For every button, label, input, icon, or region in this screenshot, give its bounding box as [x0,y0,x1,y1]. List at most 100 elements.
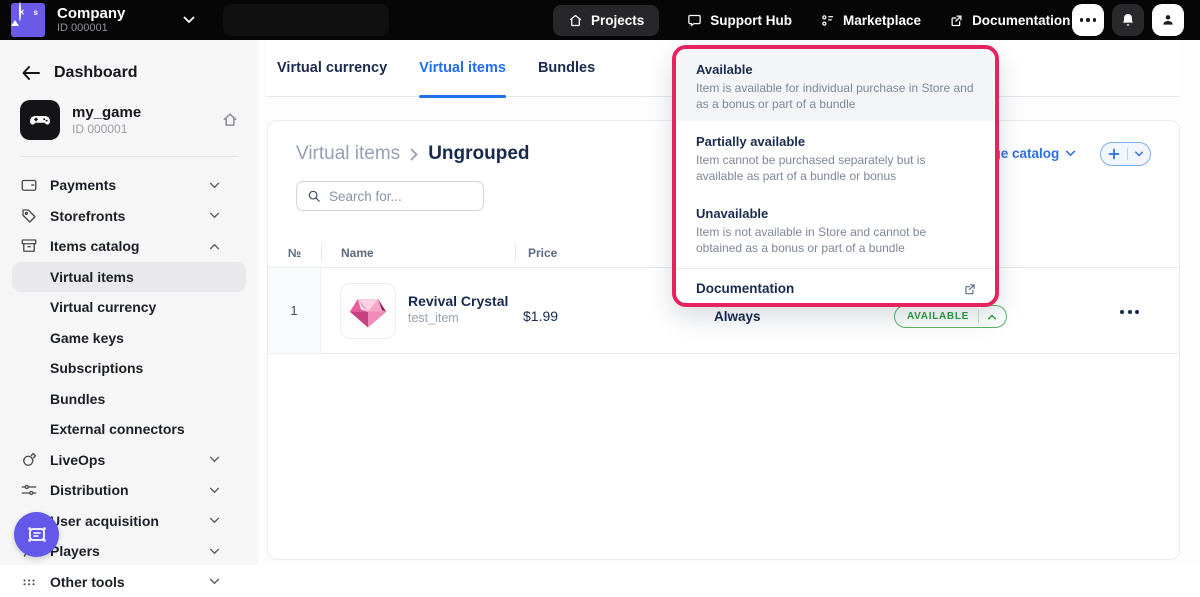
column-header-name: Name [322,246,515,260]
crystal-gem-icon [346,289,390,333]
sidebar-item-other-tools[interactable]: Other tools [0,567,258,597]
documentation-link[interactable]: Documentation [676,269,995,307]
option-description: Item is not available in Store and canno… [696,225,975,256]
company-chevron-down-icon[interactable] [183,16,195,24]
option-unavailable[interactable]: Unavailable Item is not available in Sto… [676,193,995,265]
sidebar-subitem-bundles[interactable]: Bundles [0,384,258,415]
chat-icon [25,523,49,547]
projects-button[interactable]: Projects [553,5,659,36]
topbar-actions [1072,4,1184,36]
sidebar-item-items-catalog[interactable]: Items catalog [0,231,258,262]
chevron-up-icon [209,243,220,250]
availability-badge[interactable]: AVAILABLE [894,305,1007,328]
chevron-down-icon [209,487,220,494]
chevron-down-icon [209,578,220,585]
option-description: Item is available for individual purchas… [696,81,975,112]
availability-dropdown: Available Item is available for individu… [672,45,999,307]
documentation-label: Documentation [972,13,1070,28]
box-icon [20,237,38,255]
wallet-icon [20,176,38,194]
subitem-label: Virtual currency [50,299,156,315]
sidebar-item-label: Other tools [50,574,209,590]
grid-dots-icon [20,573,38,591]
project-id: ID 000001 [72,122,222,137]
add-item-split-button[interactable] [1100,142,1151,166]
subitem-label: Subscriptions [50,360,143,376]
topbar-placeholder [223,4,389,36]
tag-icon [20,207,38,225]
dashboard-label: Dashboard [54,64,138,82]
marketplace-label: Marketplace [843,13,921,28]
home-icon [568,13,583,28]
option-available[interactable]: Available Item is available for individu… [676,49,995,121]
tab-virtual-items[interactable]: Virtual items [419,40,506,97]
row-actions-button[interactable] [1120,310,1139,314]
documentation-button[interactable]: Documentation [949,13,1070,28]
chat-widget-button[interactable] [14,512,59,557]
search-icon [307,189,321,203]
chevron-down-icon [209,517,220,524]
breadcrumb-current: Ungrouped [428,143,529,165]
tab-label: Virtual items [419,60,506,76]
tab-label: Virtual currency [277,60,387,76]
external-link-icon [949,13,964,28]
home-small-icon[interactable] [222,113,238,127]
search-box[interactable] [296,181,484,211]
subitem-label: External connectors [50,421,185,437]
sidebar-item-storefronts[interactable]: Storefronts [0,201,258,232]
subitem-label: Bundles [50,391,105,407]
sidebar-item-label: Players [50,543,209,559]
account-button[interactable] [1152,4,1184,36]
company-name: Company [57,5,125,22]
search-input[interactable] [329,189,473,204]
topbar-nav: Projects Support Hub Marketplace Documen… [553,0,1070,40]
support-hub-label: Support Hub [710,13,792,28]
sidebar-subitem-virtual-currency[interactable]: Virtual currency [0,292,258,323]
marketplace-button[interactable]: Marketplace [820,13,921,28]
sidebar-subitem-game-keys[interactable]: Game keys [0,323,258,354]
sidebar-subitem-subscriptions[interactable]: Subscriptions [0,353,258,384]
chevron-down-icon [1065,150,1076,157]
notifications-button[interactable] [1112,4,1144,36]
sidebar-item-label: Payments [50,177,209,193]
xsolla-logo-icon: ✕s [11,3,45,37]
sidebar-item-label: Storefronts [50,208,209,224]
tab-label: Bundles [538,60,595,76]
arrow-left-icon [22,66,40,80]
user-icon [1160,12,1176,28]
sidebar-item-payments[interactable]: Payments [0,170,258,201]
chevron-right-icon [410,148,418,161]
plus-icon[interactable] [1101,148,1127,160]
more-menu-button[interactable] [1072,4,1104,36]
sidebar-item-distribution[interactable]: Distribution [0,475,258,506]
sliders-icon [20,481,38,499]
sidebar-subitem-virtual-items[interactable]: Virtual items [12,262,246,293]
sidebar-item-label: Items catalog [50,238,209,254]
tab-bundles[interactable]: Bundles [538,40,595,97]
support-hub-button[interactable]: Support Hub [687,13,792,28]
chevron-up-icon [979,314,1006,320]
item-title: Revival Crystal [408,293,508,310]
chevron-down-icon[interactable] [1128,151,1150,157]
tab-virtual-currency[interactable]: Virtual currency [277,40,387,97]
liveops-icon [20,451,38,469]
ellipsis-icon [1080,18,1097,22]
chat-bubble-icon [687,13,702,28]
column-header-number: № [268,246,321,260]
column-header-price: Price [516,246,557,260]
option-description: Item cannot be purchased separately but … [696,153,975,184]
external-link-icon [963,282,977,296]
sidebar-subitem-external-connectors[interactable]: External connectors [0,414,258,445]
sidebar-item-liveops[interactable]: LiveOps [0,445,258,476]
top-bar: ✕s Company ID 000001 Projects Support Hu… [0,0,1200,40]
project-card[interactable]: my_game ID 000001 [0,100,258,156]
project-name: my_game [72,104,222,122]
back-to-dashboard[interactable]: Dashboard [0,40,258,100]
item-name-cell: Revival Crystal test_item [408,293,508,326]
item-limits: Always [714,309,761,324]
company-switcher[interactable]: Company ID 000001 [57,5,125,35]
breadcrumb-parent[interactable]: Virtual items [296,143,400,165]
row-number: 1 [268,268,321,353]
option-partially-available[interactable]: Partially available Item cannot be purch… [676,121,995,193]
marketplace-icon [820,13,835,28]
